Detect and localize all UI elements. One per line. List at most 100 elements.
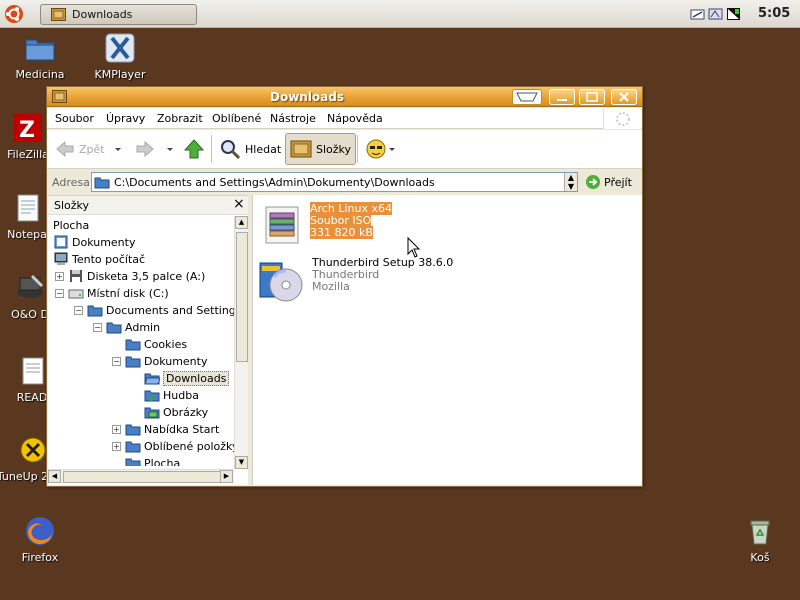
tree-item[interactable]: − Dokumenty [112,353,207,369]
shade-button[interactable] [512,89,542,105]
expand-toggle[interactable]: − [55,288,64,298]
explorer-window: Downloads Soubor Úpravy Zobrazit Oblíben… [46,86,643,487]
tree-item[interactable]: Plocha [125,455,180,466]
back-button[interactable]: Zpět [55,133,105,165]
folders-button[interactable]: Složky [285,133,357,165]
scroll-down-button[interactable]: ▼ [235,456,248,469]
minimize-button[interactable] [549,89,575,105]
tree-item-label: Obrázky [163,405,209,419]
scroll-right-button[interactable]: ▶ [220,470,233,483]
folder-icon [51,8,66,21]
throbber-icon [616,112,630,126]
tree-item-label: Dokumenty [72,235,136,249]
window-titlebar[interactable]: Downloads [47,87,642,107]
tree-item-label: Downloads [163,370,230,386]
tree-item-label: Hudba [163,388,199,402]
scroll-up-button[interactable]: ▲ [235,216,248,229]
close-folders-pane-button[interactable]: × [233,196,245,212]
expand-toggle[interactable]: − [112,356,121,366]
search-button[interactable]: Hledat [219,133,281,165]
desktop-icon-trash[interactable]: Koš [720,515,800,564]
folders-icon [290,140,312,158]
expand-toggle[interactable]: + [112,441,121,451]
tree-item[interactable]: + Disketa 3,5 palce (A:) [55,268,205,284]
address-input[interactable]: C:\Documents and Settings\Admin\Dokument… [91,172,578,192]
file-info: Thunderbird Setup 38.6.0 Thunderbird Moz… [312,257,453,307]
pictures-folder-icon [144,407,160,419]
tree-item[interactable]: Tento počítač [53,251,145,267]
menu-zobrazit[interactable]: Zobrazit [157,112,203,125]
taskbar-window-button[interactable]: Downloads [40,4,197,25]
address-value: C:\Documents and Settings\Admin\Dokument… [114,175,435,189]
keyboard-icon[interactable] [708,6,723,21]
file-size: 331 820 kB [310,226,373,239]
battery-icon[interactable] [726,6,741,21]
folder-icon [25,39,55,61]
expand-toggle[interactable]: − [93,322,102,332]
tree-item[interactable]: Plocha [53,217,89,233]
tree-vertical-scrollbar[interactable]: ▲ ▼ [234,216,248,469]
folder-icon [125,424,141,436]
tree-item[interactable]: Obrázky [144,404,208,420]
folder-icon [106,322,122,334]
folders-pane-title: Složky [54,199,90,212]
folder-icon [94,177,110,189]
tree-item[interactable]: Dokumenty [53,234,135,250]
file-item-thunderbird-setup[interactable]: Thunderbird Setup 38.6.0 Thunderbird Moz… [256,257,453,307]
desktop-icon-kmplayer[interactable]: KMPlayer [80,32,160,81]
scroll-thumb[interactable] [63,471,228,483]
forward-arrow-icon [136,140,154,158]
tree-item[interactable]: − Místní disk (C:) [55,285,169,301]
tree-item[interactable]: Cookies [125,336,187,352]
folder-icon [125,339,141,351]
views-button[interactable] [365,133,397,165]
file-item-arch-linux[interactable]: Arch Linux x64 Soubor ISO 331 820 kB [260,202,392,247]
tree-item[interactable]: + Nabídka Start [112,421,219,437]
menu-upravy[interactable]: Úpravy [106,112,145,125]
tree-item[interactable]: Hudba [144,387,199,403]
up-button[interactable] [183,133,205,165]
file-list-pane[interactable]: Arch Linux x64 Soubor ISO 331 820 kB Thu… [252,195,642,485]
search-icon [221,140,241,160]
menu-napoveda[interactable]: Nápověda [327,112,383,125]
firefox-icon [26,517,54,545]
tree-item[interactable]: − Admin [93,319,160,335]
back-dropdown[interactable] [113,133,123,165]
network-icon[interactable] [690,6,705,21]
maximize-button[interactable] [579,89,605,105]
tree-item[interactable]: + Oblíbené položky [112,438,234,454]
address-label: Adresa [52,176,90,189]
folder-icon [125,458,141,466]
tree-item-label: Plocha [144,456,181,467]
ubuntu-logo-icon[interactable] [4,4,24,24]
desktop-icon-firefox[interactable]: Firefox [0,515,80,564]
close-button[interactable] [611,89,637,105]
menu-soubor[interactable]: Soubor [55,112,94,125]
go-button[interactable]: Přejít [585,174,632,190]
expand-toggle[interactable]: + [55,271,64,281]
documents-icon [54,235,68,249]
scroll-thumb[interactable] [236,232,248,362]
minimize-icon [557,99,567,101]
expand-toggle[interactable]: + [112,424,121,434]
expand-toggle[interactable]: − [74,305,83,315]
scroll-left-button[interactable]: ◀ [48,470,61,483]
filezilla-icon: Z [14,114,42,143]
desktop-icon-medicina[interactable]: Medicina [0,32,80,81]
menu-nastroje[interactable]: Nástroje [270,112,316,125]
tree-item[interactable]: − Documents and Settings [74,302,234,318]
menu-oblibene[interactable]: Oblíbené [212,112,261,125]
window-title: Downloads [269,90,345,104]
taskbar-window-label: Downloads [72,8,133,21]
forward-button[interactable] [135,133,155,165]
tree-horizontal-scrollbar[interactable]: ◀ ▶ [48,469,234,483]
trash-icon [750,520,770,545]
tree-item-downloads[interactable]: Downloads [144,370,230,386]
shade-icon [516,92,538,102]
file-publisher: Mozilla [312,280,350,293]
tuneup-icon [20,437,46,463]
tree-item-label: Cookies [144,337,188,351]
clock[interactable]: 5:05 [758,6,790,21]
address-dropdown[interactable]: ▲ ▼ [564,173,577,191]
forward-dropdown[interactable] [165,133,175,165]
